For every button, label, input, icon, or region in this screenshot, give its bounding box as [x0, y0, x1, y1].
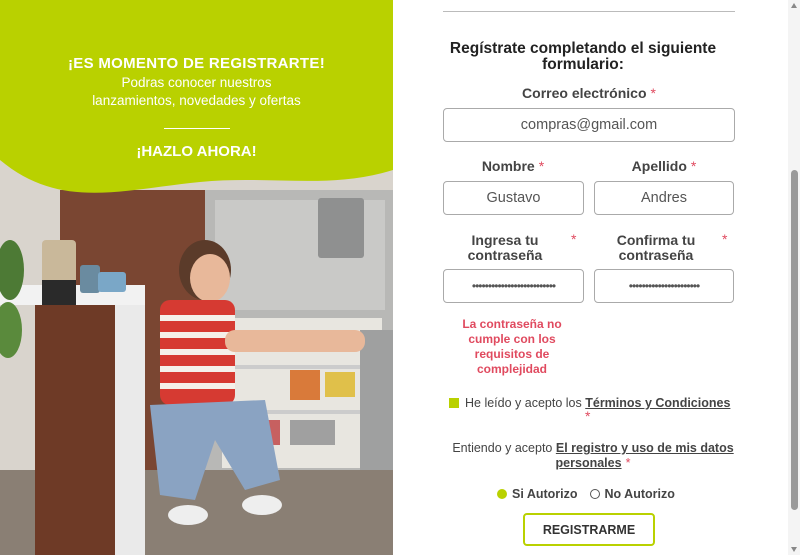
radio-authorize-no[interactable]: No Autorizo — [589, 487, 675, 501]
scroll-down-icon[interactable] — [791, 547, 797, 552]
password-label: Ingresa tu contraseña — [467, 232, 543, 263]
terms-link[interactable]: Términos y Condiciones — [585, 396, 730, 410]
radio-selected-icon — [497, 489, 507, 499]
scroll-up-icon[interactable] — [791, 3, 797, 8]
promo-title: ¡ES MOMENTO DE REGISTRARTE! — [68, 55, 325, 72]
scroll-thumb[interactable] — [791, 170, 798, 510]
email-label: Correo electrónico * — [522, 85, 656, 101]
radio-unselected-icon — [589, 489, 600, 499]
confirm-password-required-mark: * — [722, 231, 728, 247]
authorization-radio-group: Si Autorizo No Autorizo — [497, 487, 687, 501]
confirm-password-field[interactable] — [594, 269, 734, 303]
first-name-field[interactable] — [443, 181, 584, 215]
data-policy-link[interactable]: El registro y uso de mis datos — [556, 441, 734, 455]
first-name-label: Nombre * — [481, 158, 545, 174]
page-scrollbar[interactable] — [788, 0, 800, 555]
password-required-mark: * — [571, 231, 577, 247]
password-field[interactable] — [443, 269, 584, 303]
password-error-message: La contraseña no cumple con los requisit… — [462, 317, 562, 376]
last-name-label: Apellido * — [631, 158, 697, 174]
promo-text: ¡ES MOMENTO DE REGISTRARTE! Podras conoc… — [0, 55, 393, 160]
form-title: Regístrate completando el siguiente form… — [449, 40, 717, 73]
data-policy-link-cont[interactable]: personales — [556, 456, 622, 470]
promo-subtitle: Podras conocer nuestros lanzamientos, no… — [92, 75, 301, 108]
promo-divider — [163, 128, 230, 129]
consent-text: Entiendo y acepto El registro y uso de m… — [452, 441, 734, 470]
terms-checkbox[interactable] — [449, 398, 459, 408]
email-field[interactable] — [443, 108, 735, 142]
promo-cta: ¡HAZLO AHORA! — [136, 143, 257, 160]
registration-form: Regístrate completando el siguiente form… — [393, 0, 800, 555]
confirm-password-label: Confirma tu contraseña — [616, 232, 696, 263]
radio-authorize-yes[interactable]: Si Autorizo — [497, 487, 578, 501]
register-button[interactable]: REGISTRARME — [523, 513, 655, 546]
promo-panel: ¡ES MOMENTO DE REGISTRARTE! Podras conoc… — [0, 0, 393, 555]
terms-required-mark: * — [585, 408, 591, 424]
last-name-field[interactable] — [594, 181, 734, 215]
top-divider — [443, 11, 735, 12]
